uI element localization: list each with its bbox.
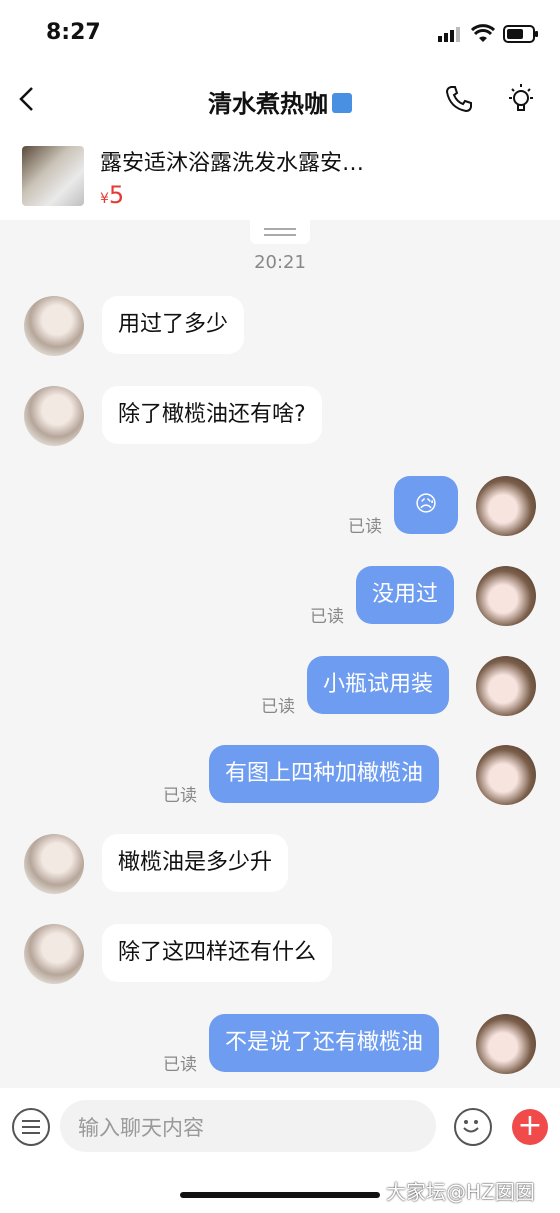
menu-icon[interactable] bbox=[12, 1108, 50, 1146]
read-status: 已读 bbox=[348, 517, 382, 537]
read-status: 已读 bbox=[310, 607, 344, 627]
read-status: 已读 bbox=[261, 697, 295, 717]
status-time: 8:27 bbox=[46, 20, 101, 45]
chat-timestamp: 20:21 bbox=[254, 252, 306, 273]
read-status: 已读 bbox=[163, 1055, 197, 1075]
message-bubble[interactable]: 除了这四样还有什么 bbox=[102, 924, 333, 982]
input-placeholder: 输入聊天内容 bbox=[78, 1116, 204, 1140]
product-thumbnail[interactable] bbox=[22, 146, 84, 206]
plus-icon[interactable]: + bbox=[512, 1109, 548, 1145]
avatar[interactable] bbox=[476, 656, 536, 716]
message-bubble[interactable]: 没用过 bbox=[356, 566, 455, 624]
avatar[interactable] bbox=[24, 924, 84, 984]
verified-user-icon bbox=[332, 93, 352, 113]
avatar[interactable] bbox=[476, 1014, 536, 1074]
read-status: 已读 bbox=[163, 786, 197, 806]
lightbulb-icon[interactable] bbox=[505, 82, 537, 116]
avatar[interactable] bbox=[24, 296, 84, 356]
avatar[interactable] bbox=[24, 386, 84, 446]
product-title[interactable]: 露安适沐浴露洗发水露安… bbox=[100, 145, 420, 177]
message-bubble[interactable]: 不是说了还有橄榄油 bbox=[209, 1014, 440, 1072]
avatar[interactable] bbox=[476, 566, 536, 626]
watermark: 大家坛@HZ囡囡 bbox=[386, 1180, 535, 1204]
message-bubble[interactable]: 橄榄油是多少升 bbox=[102, 834, 289, 892]
avatar[interactable] bbox=[24, 834, 84, 894]
home-indicator bbox=[180, 1192, 380, 1198]
emoji-icon[interactable] bbox=[454, 1108, 492, 1146]
message-bubble[interactable]: 小瓶试用装 bbox=[307, 656, 450, 714]
avatar[interactable] bbox=[476, 745, 536, 805]
message-bubble[interactable]: 有图上四种加橄榄油 bbox=[209, 745, 440, 803]
price-value: 5 bbox=[108, 181, 125, 209]
price-currency: ¥ bbox=[100, 191, 109, 207]
battery-icon bbox=[503, 24, 539, 44]
message-bubble[interactable]: 😥 bbox=[394, 476, 458, 534]
phone-icon[interactable] bbox=[444, 84, 474, 114]
message-bubble[interactable]: 用过了多少 bbox=[102, 296, 245, 354]
avatar[interactable] bbox=[476, 476, 536, 536]
signal-icon bbox=[438, 26, 462, 42]
chat-title-wrap: 清水煮热咖 bbox=[0, 84, 560, 119]
product-price: ¥5 bbox=[100, 181, 124, 209]
message-bubble[interactable]: 除了橄榄油还有啥? bbox=[102, 386, 322, 444]
chat-title: 清水煮热咖 bbox=[208, 90, 328, 118]
wifi-icon bbox=[470, 24, 496, 44]
pull-handle[interactable] bbox=[250, 220, 310, 244]
